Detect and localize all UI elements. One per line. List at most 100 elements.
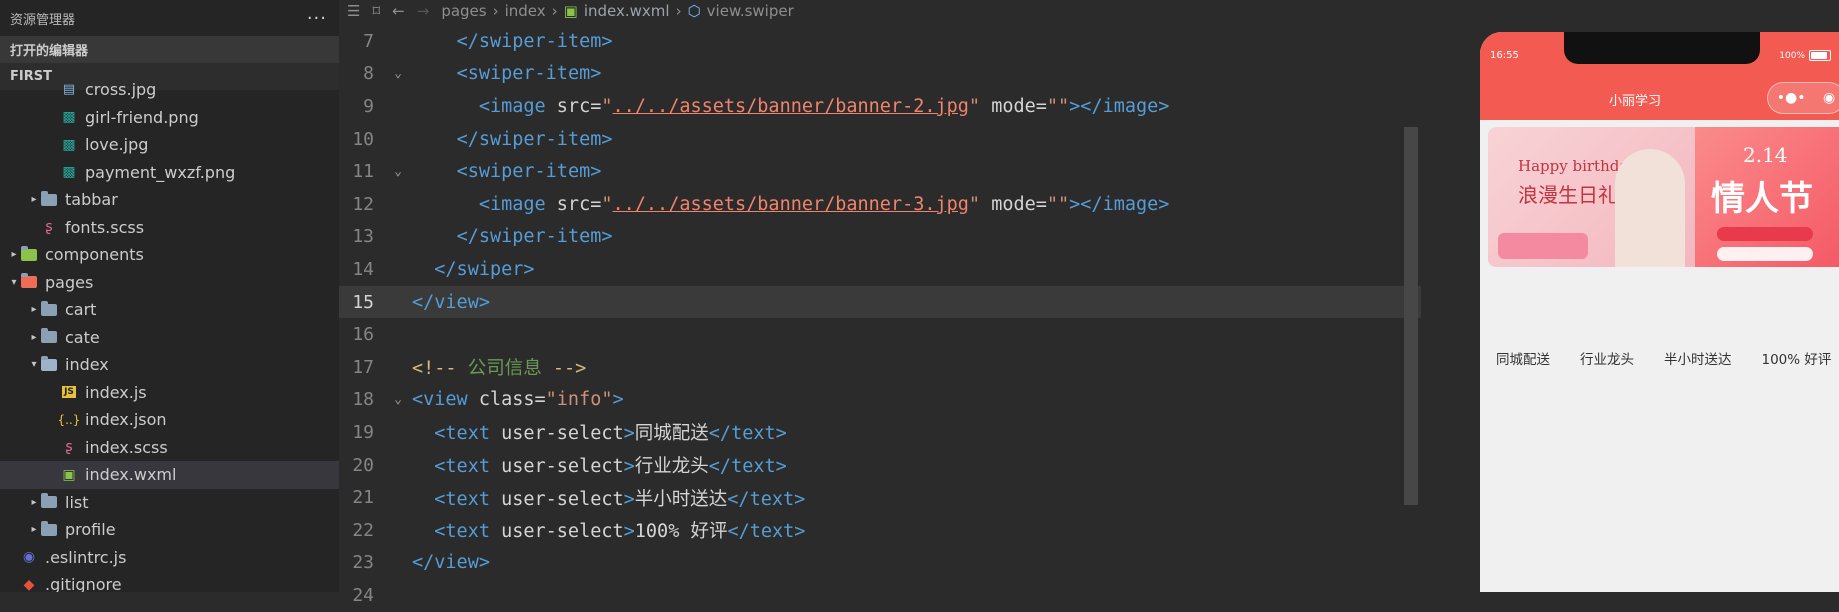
tree-item[interactable]: ▩ girl-friend.png <box>0 104 339 132</box>
tree-item[interactable]: ▤ cross.jpg <box>0 76 339 104</box>
code-line[interactable]: 9 <image src="../../assets/banner/banner… <box>339 90 1421 123</box>
breadcrumb-file[interactable]: index.wxml <box>584 2 670 20</box>
code-line[interactable]: 11 ⌄ <swiper-item> <box>339 155 1421 188</box>
list-icon[interactable]: ☰ <box>347 2 360 20</box>
forward-arrow-icon[interactable]: → <box>417 2 430 20</box>
open-editors-section[interactable]: 打开的编辑器 <box>0 36 339 63</box>
battery-icon <box>1809 50 1831 61</box>
code-line[interactable]: 22 <text user-select>100% 好评</text> <box>339 514 1421 547</box>
chevron-right-icon[interactable]: ▸ <box>28 524 40 535</box>
git-file-icon: ◆ <box>23 576 35 592</box>
tree-item[interactable]: ▸ components <box>0 241 339 269</box>
code-text: <text user-select>同城配送</text> <box>434 423 787 445</box>
chevron-down-icon[interactable]: ▾ <box>8 277 20 288</box>
code-line[interactable]: 10 </swiper-item> <box>339 123 1421 156</box>
code-line[interactable]: 13 </swiper-item> <box>339 221 1421 254</box>
code-line[interactable]: 12 <image src="../../assets/banner/banne… <box>339 188 1421 221</box>
tree-item-label: .eslintrc.js <box>45 547 127 567</box>
fold-chevron-icon[interactable]: ⌄ <box>384 392 412 407</box>
tree-item[interactable]: JS index.js <box>0 379 339 407</box>
code-line[interactable]: 23 </view> <box>339 547 1421 580</box>
code-line[interactable]: 18 ⌄ <view class="info"> <box>339 384 1421 417</box>
info-item[interactable]: 100% 好评 <box>1762 348 1832 368</box>
code-lines[interactable]: 7 </swiper-item> 8 ⌄ <swiper-item> 9 <image… <box>339 25 1421 612</box>
chevron-right-icon[interactable]: ▸ <box>28 332 40 343</box>
image-file-icon: ▩ <box>62 164 76 181</box>
tree-item-label: .gitignore <box>45 575 122 592</box>
tree-item[interactable]: ▸ tabbar <box>0 186 339 214</box>
chevron-right-icon[interactable]: ▸ <box>8 249 20 260</box>
tree-item[interactable]: ʂ fonts.scss <box>0 214 339 242</box>
tree-item[interactable]: ▣ index.wxml <box>0 461 339 489</box>
info-item[interactable]: 半小时送达 <box>1664 348 1732 368</box>
chevron-right-icon[interactable]: ▸ <box>28 497 40 508</box>
code-line[interactable]: 21 <text user-select>半小时送达</text> <box>339 481 1421 514</box>
tree-item-label: cross.jpg <box>85 80 157 100</box>
code-line[interactable]: 7 </swiper-item> <box>339 25 1421 58</box>
code-line[interactable]: 24 <box>339 579 1421 612</box>
code-line[interactable]: 16 <box>339 318 1421 351</box>
fold-chevron-icon[interactable]: ⌄ <box>384 66 412 81</box>
code-text: <!-- 公司信息 --> <box>412 358 587 380</box>
menu-capsule[interactable]: •●• ◉ <box>1767 82 1839 114</box>
editor-scrollbar[interactable] <box>1404 127 1418 505</box>
image-file-icon: ▩ <box>62 136 76 153</box>
banner-valentine-cn: 情人节 <box>1711 179 1813 219</box>
code-line[interactable]: 8 ⌄ <swiper-item> <box>339 58 1421 91</box>
json-file-icon: {..} <box>57 412 81 427</box>
breadcrumb-pages[interactable]: pages <box>441 2 486 20</box>
tree-item-label: index.json <box>85 410 167 430</box>
tree-item[interactable]: ▸ list <box>0 489 339 517</box>
folder-icon <box>40 190 58 208</box>
breadcrumb-index[interactable]: index <box>505 2 546 20</box>
banner-swiper[interactable]: Happy birthday 浪漫生日礼 2.14 情人节 <box>1488 127 1839 267</box>
tree-item[interactable]: ▩ payment_wxzf.png <box>0 159 339 187</box>
tree-item[interactable]: ▸ cart <box>0 296 339 324</box>
tree-item[interactable]: ▾ pages <box>0 269 339 297</box>
more-actions-icon[interactable]: ··· <box>307 8 327 29</box>
banner-valentine[interactable]: 2.14 情人节 <box>1695 127 1839 267</box>
code-text: <swiper-item> <box>456 63 602 85</box>
code-line[interactable]: 20 <text user-select>行业龙头</text> <box>339 449 1421 482</box>
info-item[interactable]: 同城配送 <box>1496 348 1550 368</box>
banner-valentine-date: 2.14 <box>1743 143 1788 167</box>
banner-birthday-cn: 浪漫生日礼 <box>1518 183 1618 207</box>
close-circle-icon[interactable]: ◉ <box>1823 90 1835 106</box>
code-line[interactable]: 14 </swiper> <box>339 253 1421 286</box>
code-line[interactable]: 19 <text user-select>同城配送</text> <box>339 416 1421 449</box>
status-battery: 100% <box>1779 50 1831 61</box>
fold-chevron-icon[interactable]: ⌄ <box>384 164 412 179</box>
code-line[interactable]: 17 <!-- 公司信息 --> <box>339 351 1421 384</box>
tree-item-label: love.jpg <box>85 135 149 155</box>
tree-item[interactable]: ◆ .gitignore <box>0 571 339 592</box>
back-arrow-icon[interactable]: ← <box>392 2 405 20</box>
tree-item[interactable]: {..} index.json <box>0 406 339 434</box>
bookmark-icon[interactable]: ⌑ <box>372 2 380 20</box>
info-item[interactable]: 行业龙头 <box>1580 348 1634 368</box>
banner-birthday[interactable]: Happy birthday 浪漫生日礼 <box>1488 127 1695 267</box>
tree-item[interactable]: ▾ index <box>0 351 339 379</box>
tree-item[interactable]: ▸ profile <box>0 516 339 544</box>
code-line[interactable]: 15 </view> <box>339 285 1421 319</box>
tree-item[interactable]: ʂ index.scss <box>0 434 339 462</box>
scss-file-icon: ʂ <box>45 219 53 236</box>
symbol-icon: ⬡ <box>687 2 701 20</box>
folder-icon <box>40 328 58 345</box>
image-file-icon: ▩ <box>62 109 76 126</box>
line-number: 20 <box>352 454 374 476</box>
tree-item-label: components <box>45 245 144 265</box>
code-text: </swiper> <box>434 258 535 280</box>
tree-item-label: profile <box>65 520 116 540</box>
more-dots-icon[interactable]: •●• <box>1777 90 1806 106</box>
phone-navbar: 16:55 100% 小丽学习 •●• ◉ <box>1480 32 1839 120</box>
chevron-right-icon[interactable]: ▸ <box>28 194 40 205</box>
code-text: <swiper-item> <box>456 161 602 183</box>
tree-item[interactable]: ◉ .eslintrc.js <box>0 544 339 572</box>
breadcrumb-symbol[interactable]: view.swiper <box>707 2 794 20</box>
chevron-down-icon[interactable]: ▾ <box>28 359 40 370</box>
nav-title: 小丽学习 <box>1608 94 1661 109</box>
tree-item[interactable]: ▩ love.jpg <box>0 131 339 159</box>
folder-icon <box>20 245 38 263</box>
chevron-right-icon[interactable]: ▸ <box>28 304 40 315</box>
tree-item[interactable]: ▸ cate <box>0 324 339 352</box>
